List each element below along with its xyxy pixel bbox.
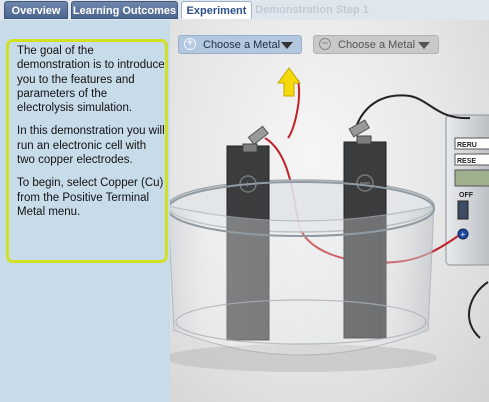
- negative-metal-label: Choose a Metal: [338, 39, 416, 51]
- meter-button-reset-label: RESE: [457, 158, 476, 165]
- pointer-arrow-icon: [277, 67, 301, 97]
- chevron-down-icon: [281, 42, 293, 49]
- simulation-stage: RERU RESE OFF + + + Choose a Metal – Cho…: [170, 20, 489, 402]
- instruction-text: The goal of the demonstration is to intr…: [17, 44, 167, 228]
- tab-demonstration-step-1: Demonstration Step 1: [255, 4, 369, 16]
- positive-metal-label: Choose a Metal: [203, 39, 281, 51]
- instruction-paragraph-goal: The goal of the demonstration is to intr…: [17, 45, 165, 115]
- power-meter: RERU RESE OFF +: [445, 114, 489, 266]
- chevron-down-icon: [418, 42, 430, 49]
- plus-circle-icon: +: [184, 38, 196, 50]
- meter-switch[interactable]: [457, 200, 469, 220]
- tab-overview[interactable]: Overview: [4, 1, 68, 19]
- meter-button-rerun-label: RERU: [457, 142, 477, 149]
- meter-terminal-plus-icon: +: [461, 230, 466, 239]
- meter-switch-label: OFF: [459, 192, 474, 199]
- tab-experiment[interactable]: Experiment: [181, 1, 252, 19]
- black-wire-lower: [468, 281, 489, 339]
- instruction-paragraph-begin: To begin, select Copper (Cu) from the Po…: [17, 177, 164, 218]
- instruction-panel: The goal of the demonstration is to intr…: [0, 20, 170, 402]
- negative-clip: [348, 119, 372, 145]
- meter-display: [454, 169, 489, 187]
- instruction-paragraph-demo: In this demonstration you will run an el…: [17, 125, 165, 167]
- tab-learning-outcomes[interactable]: Learning Outcomes: [71, 1, 178, 19]
- negative-metal-dropdown[interactable]: – Choose a Metal: [313, 35, 439, 54]
- tab-bar: Overview Learning Outcomes Experiment De…: [0, 0, 489, 21]
- positive-metal-dropdown[interactable]: + Choose a Metal: [178, 35, 302, 54]
- electrolysis-scene: RERU RESE OFF + +: [170, 67, 489, 372]
- minus-circle-icon: –: [319, 38, 331, 50]
